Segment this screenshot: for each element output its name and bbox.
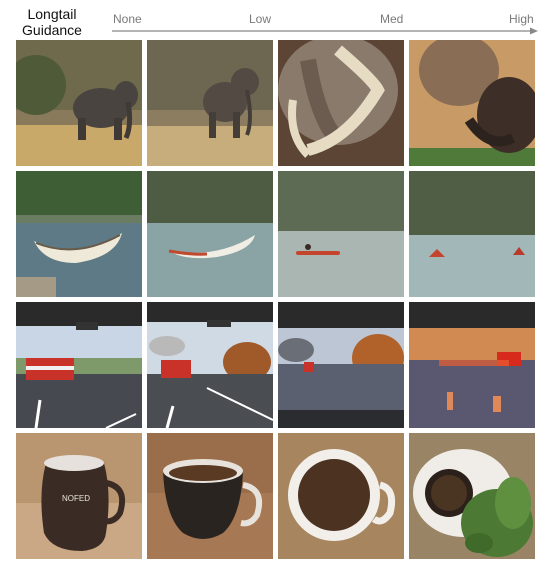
level-low-label: Low bbox=[249, 12, 272, 26]
canoe-high-image bbox=[409, 171, 535, 297]
image-grid: NOFED bbox=[16, 40, 535, 559]
svg-text:NOFED: NOFED bbox=[62, 494, 90, 503]
firetruck-low-image bbox=[147, 302, 273, 428]
firetruck-none-image bbox=[16, 302, 142, 428]
elephant-med-image bbox=[278, 40, 404, 166]
elephant-none-image bbox=[16, 40, 142, 166]
firetruck-high-image bbox=[409, 302, 535, 428]
title-line-2: Guidance bbox=[22, 22, 82, 38]
canoe-none-image bbox=[16, 171, 142, 297]
level-med-label: Med bbox=[380, 12, 404, 26]
guidance-arrow bbox=[112, 27, 538, 35]
level-none-label: None bbox=[113, 12, 142, 26]
level-high-label: High bbox=[509, 12, 534, 26]
mug-none-image: NOFED bbox=[16, 433, 142, 559]
elephant-high-image bbox=[409, 40, 535, 166]
guidance-title: Longtail Guidance bbox=[12, 6, 92, 38]
mug-high-image bbox=[409, 433, 535, 559]
firetruck-med-image bbox=[278, 302, 404, 428]
mug-high-med-image bbox=[278, 433, 404, 559]
mug-low-image bbox=[147, 433, 273, 559]
canoe-low-image bbox=[147, 171, 273, 297]
canoe-med-image bbox=[278, 171, 404, 297]
title-line-1: Longtail bbox=[27, 6, 77, 22]
elephant-low-image bbox=[147, 40, 273, 166]
